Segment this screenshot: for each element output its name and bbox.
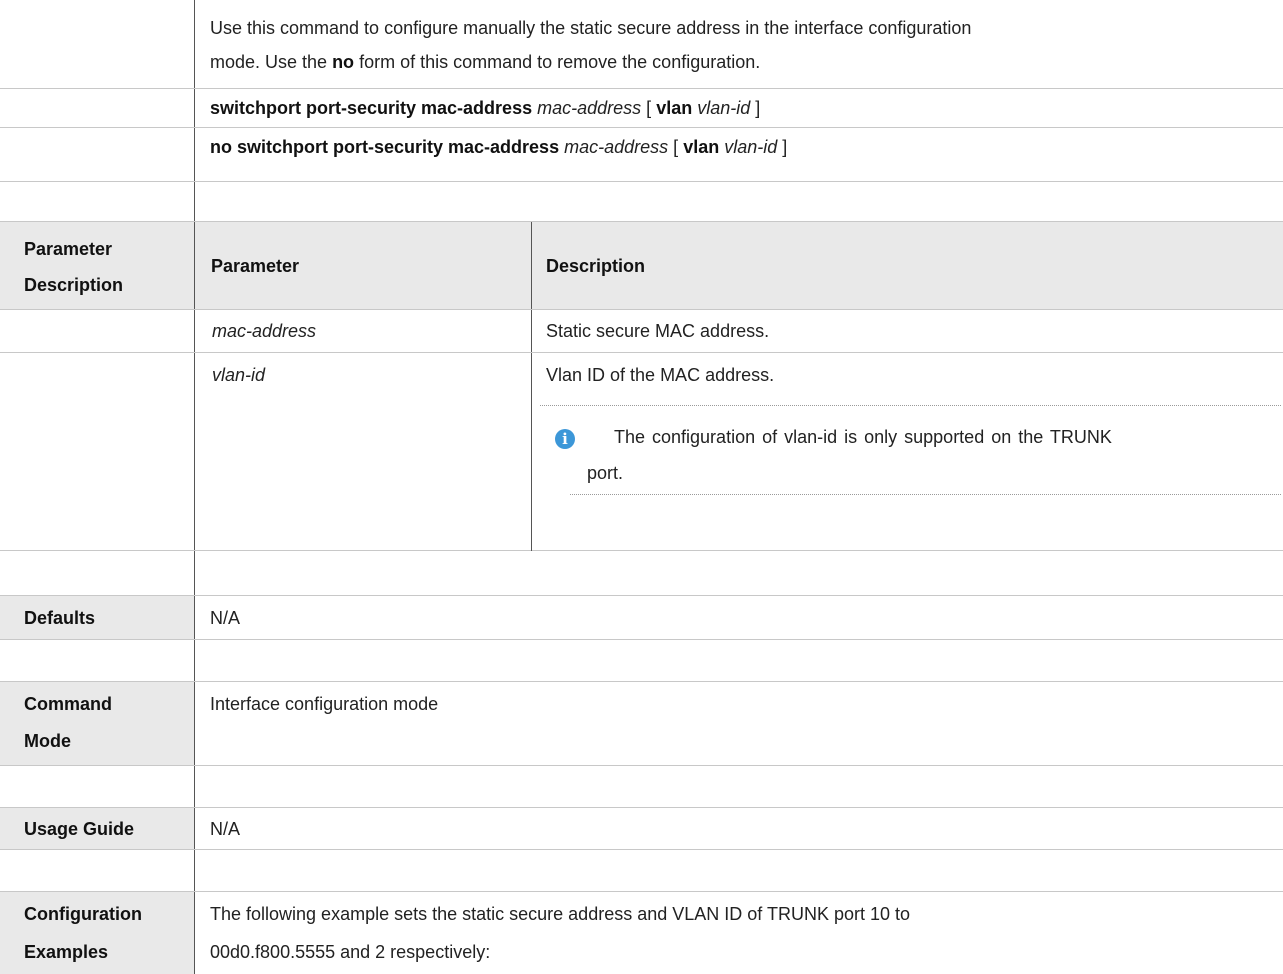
command-mode-label: Command Mode <box>0 682 195 765</box>
spacer-row-2 <box>0 551 1283 596</box>
param-row-mac-label-cell <box>0 310 195 352</box>
spacer-row <box>0 182 1283 222</box>
command-mode-label-line-2: Mode <box>24 731 71 751</box>
defaults-row: Defaults N/A <box>0 596 1283 640</box>
intro-line-2: mode. Use the no form of this command to… <box>210 45 1283 79</box>
no-syntax-close-bracket: ] <box>782 137 788 157</box>
config-examples-line-1: The following example sets the static se… <box>210 904 911 924</box>
param-row-mac-divider <box>531 310 532 352</box>
syntax-row: switchport port-security mac-address mac… <box>0 89 1283 128</box>
no-syntax-arg-vlan: vlan-id <box>724 137 778 157</box>
config-examples-line-2: 00d0.f800.5555 and 2 respectively: <box>210 942 491 962</box>
no-syntax-command: no switchport port-security mac-address <box>210 137 560 157</box>
spacer-label-cell <box>0 182 195 221</box>
param-desc-vlan: Vlan ID of the MAC address. <box>546 365 775 385</box>
intro-line-1: Use this command to configure manually t… <box>210 18 972 38</box>
param-row-vlan: vlan-id Vlan ID of the MAC address. i Th… <box>0 353 1283 551</box>
param-name-mac: mac-address <box>212 321 317 341</box>
param-desc-mac: Static secure MAC address. <box>546 321 770 341</box>
defaults-value: N/A <box>210 608 241 628</box>
param-name-vlan: vlan-id <box>212 365 266 385</box>
config-examples-label: Configuration Examples <box>0 892 195 974</box>
spacer-row-5 <box>0 850 1283 892</box>
spacer-row-4 <box>0 766 1283 808</box>
syntax-close-bracket: ] <box>755 98 761 118</box>
note-top-rule <box>540 405 1281 406</box>
command-reference-page: Use this command to configure manually t… <box>0 0 1283 974</box>
desc-column-header: Description <box>532 222 1283 309</box>
param-column-header: Parameter <box>195 222 531 309</box>
config-examples-row: Configuration Examples The following exa… <box>0 892 1283 974</box>
param-row-vlan-label-cell <box>0 353 195 550</box>
param-label-line-1: Parameter <box>24 239 113 259</box>
syntax-kw-vlan: vlan <box>656 98 693 118</box>
syntax-label-cell <box>0 89 195 127</box>
syntax-cell: switchport port-security mac-address mac… <box>195 89 1283 127</box>
config-examples-label-line-1: Configuration <box>24 904 142 924</box>
command-mode-row: Command Mode Interface configuration mod… <box>0 682 1283 766</box>
no-syntax-open-bracket: [ <box>673 137 679 157</box>
info-icon: i <box>555 429 575 449</box>
config-examples-value: The following example sets the static se… <box>195 892 1283 974</box>
param-label-line-2: Description <box>24 275 124 295</box>
no-syntax-cell: no switchport port-security mac-address … <box>195 128 1283 181</box>
spacer-4-label-cell <box>0 766 195 807</box>
intro-no-keyword: no <box>332 52 355 72</box>
no-syntax-row: no switchport port-security mac-address … <box>0 128 1283 182</box>
spacer-5-label-cell <box>0 850 195 891</box>
intro-line-2-a: mode. Use the <box>210 52 333 72</box>
command-mode-value: Interface configuration mode <box>210 694 439 714</box>
syntax-command: switchport port-security mac-address <box>210 98 533 118</box>
syntax-arg-vlan: vlan-id <box>697 98 751 118</box>
no-syntax-arg-mac: mac-address <box>564 137 669 157</box>
intro-cell: Use this command to configure manually t… <box>195 0 1283 88</box>
note-line-2: port. <box>587 463 624 483</box>
syntax-arg-mac: mac-address <box>537 98 642 118</box>
intro-line-2-b: form of this command to remove the confi… <box>354 52 761 72</box>
intro-row: Use this command to configure manually t… <box>0 0 1283 89</box>
param-section-label: Parameter Description <box>0 222 195 309</box>
usage-guide-row: Usage Guide N/A <box>0 808 1283 850</box>
param-header-divider <box>531 222 532 309</box>
spacer-2-label-cell <box>0 551 195 595</box>
note-bottom-rule <box>570 494 1281 495</box>
param-row-mac: mac-address Static secure MAC address. <box>0 310 1283 353</box>
param-row-vlan-divider <box>531 353 532 551</box>
no-syntax-kw-vlan: vlan <box>683 137 720 157</box>
config-examples-label-line-2: Examples <box>24 942 109 962</box>
syntax-open-bracket: [ <box>646 98 652 118</box>
usage-guide-value: N/A <box>210 819 241 839</box>
defaults-label: Defaults <box>0 596 195 639</box>
no-syntax-label-cell <box>0 128 195 181</box>
spacer-row-3 <box>0 640 1283 682</box>
usage-guide-label: Usage Guide <box>0 808 195 849</box>
command-mode-label-line-1: Command <box>24 694 113 714</box>
intro-label-cell <box>0 0 195 88</box>
param-header-row: Parameter Description Parameter Descript… <box>0 222 1283 310</box>
note-line-1: The configuration of vlan-id is only sup… <box>614 427 1112 447</box>
spacer-3-label-cell <box>0 640 195 681</box>
